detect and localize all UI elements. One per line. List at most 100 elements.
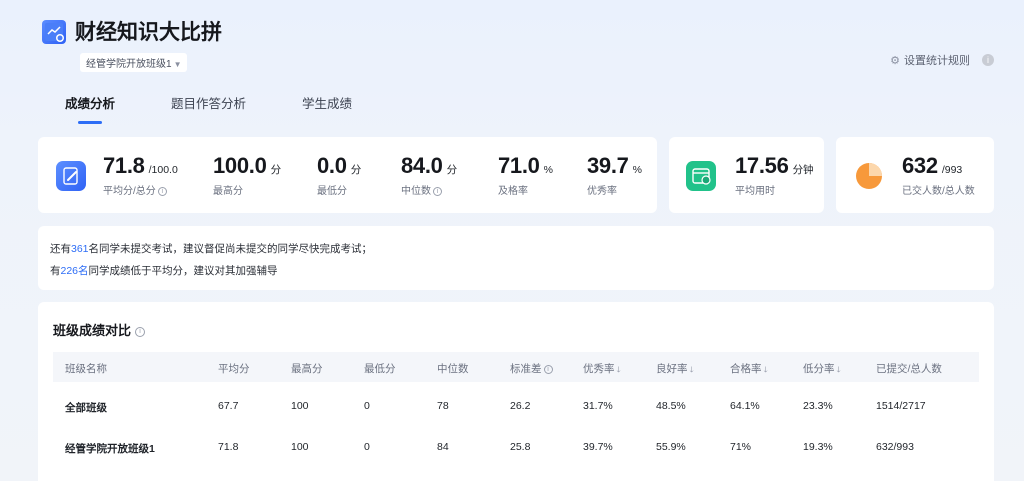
stat-submitted-value: 632	[902, 153, 938, 178]
stat-min-unit: 分	[350, 164, 362, 176]
stats-card-submitted: 632/993 已交人数/总人数	[836, 137, 994, 213]
stat-max-value: 100.0	[213, 153, 267, 178]
col-pass-rate-label: 合格率	[730, 363, 762, 375]
col-low-rate-label: 低分率	[803, 363, 835, 375]
stat-pass-rate-value: 71.0	[498, 153, 540, 178]
stat-excellent-rate: 39.7% 优秀率	[587, 153, 642, 197]
stat-min-value: 0.0	[317, 153, 347, 178]
stats-card-scores: 71.8/100.0 平均分/总分 i 100.0 分 最高分 0.0 分 最低分 8…	[38, 137, 657, 213]
stat-max-unit: 分	[270, 164, 282, 176]
stat-average: 71.8/100.0 平均分/总分 i	[103, 153, 178, 197]
stat-pass-rate: 71.0% 及格率	[498, 153, 553, 197]
sort-arrow-icon[interactable]: 🡓	[690, 365, 694, 374]
cell-max: 100	[291, 400, 309, 412]
pencil-icon	[56, 161, 86, 191]
stat-average-time-label: 平均用时	[735, 186, 775, 197]
settings-label: 设置统计规则	[904, 55, 970, 67]
col-max: 最高分	[291, 363, 323, 375]
stat-median-label: 中位数	[401, 186, 431, 197]
info-icon[interactable]: i	[543, 364, 553, 374]
stat-average-value: 71.8	[103, 153, 145, 178]
info-icon[interactable]: i	[433, 186, 442, 196]
section-title-text: 班级成绩对比	[53, 323, 132, 338]
cell-min: 0	[364, 400, 370, 412]
cell-median: 78	[437, 400, 449, 412]
cell-min: 0	[364, 441, 370, 453]
stat-average-time-value: 17.56	[735, 153, 789, 178]
table-row[interactable]: 全部班级 67.7 100 0 78 26.2 31.7% 48.5% 64.1…	[53, 388, 979, 428]
cell-pass-rate: 64.1%	[730, 400, 760, 412]
col-min: 最低分	[364, 363, 396, 375]
tab-question-analysis[interactable]: 题目作答分析	[171, 93, 246, 112]
cell-good-rate: 55.9%	[656, 441, 686, 453]
col-std-dev-label: 标准差	[510, 363, 542, 375]
cell-class-name: 经管学院开放班级1	[65, 443, 155, 455]
settings-link[interactable]: ⚙ 设置统计规则 i	[890, 52, 994, 68]
col-class-name: 班级名称	[65, 363, 107, 375]
col-excellent-rate-label: 优秀率	[583, 363, 615, 375]
info-icon[interactable]: i	[135, 326, 146, 337]
col-pass-rate[interactable]: 合格率 🡓	[730, 361, 768, 378]
section-title: 班级成绩对比 i	[53, 320, 146, 339]
cell-max: 100	[291, 441, 309, 453]
stat-average-time: 17.56 分钟 平均用时	[735, 153, 814, 197]
gear-icon: ⚙	[890, 54, 900, 67]
cell-median: 84	[437, 441, 449, 453]
stat-median-value: 84.0	[401, 153, 443, 178]
stat-max-label: 最高分	[213, 186, 243, 197]
stat-pass-rate-label: 及格率	[498, 186, 528, 197]
cell-submitted-total: 632/993	[876, 441, 914, 453]
stats-card-time: 17.56 分钟 平均用时	[669, 137, 824, 213]
cell-std-dev: 25.8	[510, 441, 531, 453]
chart-book-icon	[42, 20, 66, 44]
cell-average: 67.7	[218, 400, 239, 412]
notice-line-below-average: 有226名同学成绩低于平均分，建议对其加强辅导	[50, 263, 278, 278]
tab-score-analysis[interactable]: 成绩分析	[65, 93, 115, 124]
stat-min-label: 最低分	[317, 186, 347, 197]
cell-average: 71.8	[218, 441, 239, 453]
unsubmitted-count-link[interactable]: 361	[71, 243, 89, 255]
notice-line-unsubmitted: 还有361名同学未提交考试，建议督促尚未提交的同学尽快完成考试；	[50, 241, 372, 256]
table-row[interactable]: 经管学院开放班级1 71.8 100 0 84 25.8 39.7% 55.9%…	[53, 429, 979, 469]
stat-average-label: 平均分/总分	[103, 186, 156, 197]
stat-excellent-rate-label: 优秀率	[587, 186, 617, 197]
stat-excellent-rate-value: 39.7	[587, 153, 629, 178]
below-average-count-link[interactable]: 226名	[61, 265, 89, 277]
table-header: 班级名称 平均分 最高分 最低分 中位数 标准差 i 优秀率 🡓 良好率 🡓 合格率 🡓…	[53, 352, 979, 382]
stat-median-unit: 分	[446, 164, 458, 176]
sort-arrow-icon[interactable]: 🡓	[617, 365, 621, 374]
calendar-clock-icon	[686, 161, 716, 191]
notice-text: 还有	[50, 243, 71, 255]
col-low-rate[interactable]: 低分率 🡓	[803, 361, 841, 378]
cell-good-rate: 48.5%	[656, 400, 686, 412]
col-average: 平均分	[218, 363, 250, 375]
class-select-dropdown[interactable]: 经管学院开放班级1 ▼	[80, 53, 188, 72]
page-title: 财经知识大比拼	[75, 21, 222, 44]
stat-submitted-unit: /993	[941, 164, 963, 176]
notice-text: 有	[50, 265, 61, 277]
sort-arrow-icon[interactable]: 🡓	[837, 365, 841, 374]
stat-pass-rate-unit: %	[543, 164, 553, 176]
class-select-label: 经管学院开放班级1	[86, 59, 172, 70]
info-icon[interactable]: i	[157, 186, 167, 196]
col-good-rate-label: 良好率	[656, 363, 688, 375]
cell-pass-rate: 71%	[730, 441, 752, 453]
col-good-rate[interactable]: 良好率 🡓	[656, 361, 694, 378]
info-icon[interactable]: i	[982, 54, 994, 66]
col-excellent-rate[interactable]: 优秀率 🡓	[583, 361, 621, 378]
stat-average-unit: /100.0	[148, 164, 178, 176]
stat-excellent-rate-unit: %	[632, 164, 642, 176]
stat-median: 84.0 分 中位数 i	[401, 153, 457, 197]
stat-max: 100.0 分 最高分	[213, 153, 281, 197]
pie-chart-icon	[854, 161, 884, 191]
tab-student-scores[interactable]: 学生成绩	[302, 93, 352, 112]
sort-arrow-icon[interactable]: 🡓	[764, 365, 768, 374]
tab-bar: 成绩分析 题目作答分析 学生成绩	[65, 93, 408, 124]
cell-std-dev: 26.2	[510, 400, 531, 412]
class-compare-panel: 班级成绩对比 i 班级名称 平均分 最高分 最低分 中位数 标准差 i 优秀率 🡓 良…	[38, 302, 994, 481]
col-median: 中位数	[437, 363, 469, 375]
stat-submitted: 632/993 已交人数/总人数	[902, 153, 975, 197]
stat-min: 0.0 分 最低分	[317, 153, 361, 197]
notice-panel: 还有361名同学未提交考试，建议督促尚未提交的同学尽快完成考试； 有226名同学…	[38, 226, 994, 290]
cell-excellent-rate: 31.7%	[583, 400, 613, 412]
